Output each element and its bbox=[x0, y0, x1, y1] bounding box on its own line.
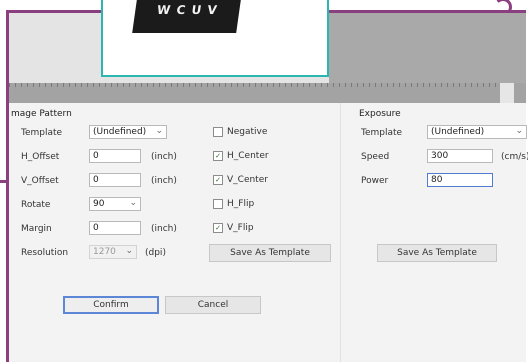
image-pattern-title: mage Pattern bbox=[11, 109, 72, 119]
speed-input[interactable]: 300 bbox=[427, 149, 493, 163]
scroll-corner bbox=[500, 83, 514, 103]
exposure-template-value: (Undefined) bbox=[431, 127, 485, 137]
v-flip-checkbox[interactable]: ✓ V_Flip bbox=[213, 223, 254, 233]
preview-area: W C U V bbox=[9, 0, 526, 103]
h-offset-input[interactable]: 0 bbox=[89, 149, 141, 163]
rotate-select[interactable]: 90 ⌄ bbox=[89, 197, 141, 211]
h-offset-unit: (inch) bbox=[151, 152, 177, 162]
image-save-template-button[interactable]: Save As Template bbox=[209, 244, 331, 262]
check-icon: ✓ bbox=[213, 175, 223, 185]
template-label: Template bbox=[21, 128, 63, 138]
power-label: Power bbox=[361, 176, 389, 186]
rotate-select-value: 90 bbox=[93, 199, 105, 209]
negative-checkbox[interactable]: Negative bbox=[213, 127, 267, 137]
check-icon: ✓ bbox=[213, 151, 223, 161]
exposure-save-template-button[interactable]: Save As Template bbox=[377, 244, 497, 262]
margin-unit: (inch) bbox=[151, 224, 177, 234]
h-center-label: H_Center bbox=[227, 151, 269, 161]
h-flip-checkbox[interactable]: H_Flip bbox=[213, 199, 254, 209]
v-flip-label: V_Flip bbox=[227, 223, 254, 233]
v-offset-unit: (inch) bbox=[151, 176, 177, 186]
resolution-select[interactable]: 1270 ⌄ bbox=[89, 245, 137, 259]
confirm-button[interactable]: Confirm bbox=[63, 296, 159, 314]
chevron-down-icon: ⌄ bbox=[129, 198, 137, 208]
exposure-template-select[interactable]: (Undefined) ⌄ bbox=[427, 125, 527, 139]
checkbox-box bbox=[213, 199, 223, 209]
settings-panel: mage Pattern Template (Undefined) ⌄ H_Of… bbox=[9, 103, 528, 362]
check-icon: ✓ bbox=[213, 223, 223, 233]
artwork-text: W C U V bbox=[156, 3, 219, 17]
template-select-value: (Undefined) bbox=[93, 127, 147, 137]
v-center-checkbox[interactable]: ✓ V_Center bbox=[213, 175, 268, 185]
canvas-outside-area bbox=[329, 13, 526, 83]
h-offset-label: H_Offset bbox=[21, 152, 60, 162]
resolution-unit: (dpi) bbox=[145, 248, 166, 258]
speed-unit: (cm/s) bbox=[501, 152, 528, 162]
h-flip-label: H_Flip bbox=[227, 199, 255, 209]
speed-label: Speed bbox=[361, 152, 390, 162]
canvas-page[interactable]: W C U V bbox=[101, 0, 329, 77]
template-select[interactable]: (Undefined) ⌄ bbox=[89, 125, 167, 139]
chevron-down-icon: ⌄ bbox=[125, 246, 133, 256]
negative-label: Negative bbox=[227, 127, 268, 137]
artwork-image[interactable]: W C U V bbox=[132, 0, 242, 33]
ruler-ticks bbox=[9, 83, 514, 87]
exposure-title: Exposure bbox=[359, 109, 401, 119]
rotate-label: Rotate bbox=[21, 200, 51, 210]
cancel-button[interactable]: Cancel bbox=[165, 296, 261, 314]
margin-label: Margin bbox=[21, 224, 52, 234]
h-center-checkbox[interactable]: ✓ H_Center bbox=[213, 151, 269, 161]
exposure-template-label: Template bbox=[361, 128, 403, 138]
chevron-down-icon: ⌄ bbox=[515, 126, 523, 136]
v-offset-label: V_Offset bbox=[21, 176, 59, 186]
group-divider bbox=[340, 103, 341, 362]
margin-input[interactable]: 0 bbox=[89, 221, 141, 235]
resolution-label: Resolution bbox=[21, 248, 69, 258]
v-center-label: V_Center bbox=[227, 175, 268, 185]
resolution-select-value: 1270 bbox=[93, 247, 116, 257]
chevron-down-icon: ⌄ bbox=[155, 126, 163, 136]
v-offset-input[interactable]: 0 bbox=[89, 173, 141, 187]
dialog-window: W C U V mage Pattern Template (Undefined… bbox=[6, 0, 528, 362]
power-input[interactable]: 80 bbox=[427, 173, 493, 187]
checkbox-box bbox=[213, 127, 223, 137]
